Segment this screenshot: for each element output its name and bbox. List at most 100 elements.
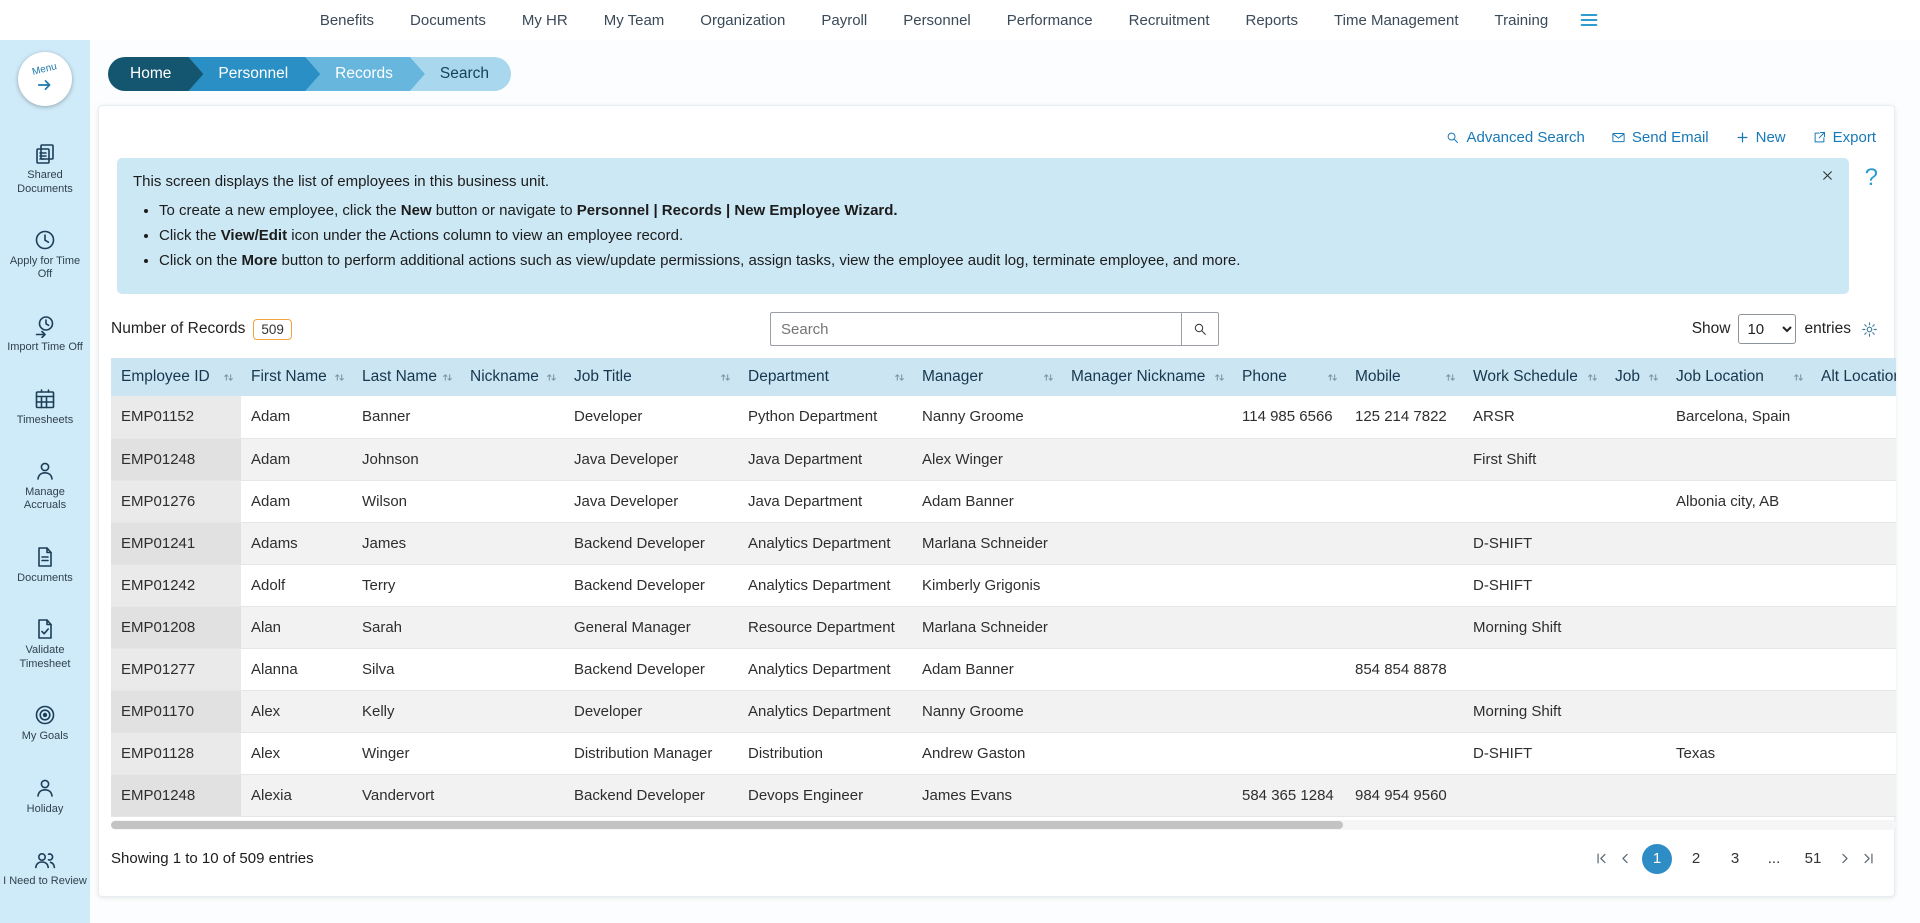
table-cell: Alex Winger [912, 438, 1061, 480]
table-cell [1061, 732, 1232, 774]
sidebar-item-documents[interactable]: Documents [0, 543, 90, 587]
table-cell [1605, 564, 1666, 606]
employee-table: Employee IDFirst NameLast NameNicknameJo… [111, 358, 1896, 817]
column-header-job-title[interactable]: Job Title [564, 358, 738, 396]
top-nav-item-training[interactable]: Training [1495, 12, 1549, 29]
export-button[interactable]: Export [1812, 129, 1876, 146]
table-viewport: Employee IDFirst NameLast NameNicknameJo… [111, 358, 1896, 817]
top-nav-item-benefits[interactable]: Benefits [320, 12, 374, 29]
table-row[interactable]: EMP01241AdamsJamesBackend DeveloperAnaly… [111, 522, 1896, 564]
pagination-page-2[interactable]: 2 [1681, 844, 1711, 874]
table-cell: Texas [1666, 732, 1811, 774]
sidebar-item-shared-documents[interactable]: Shared Documents [0, 140, 90, 197]
pagination-next[interactable] [1837, 851, 1852, 866]
sidebar-item-validate-timesheet[interactable]: Validate Timesheet [0, 615, 90, 672]
breadcrumb-search[interactable]: Search [410, 57, 511, 91]
sort-icon [1792, 371, 1805, 384]
pagination-last[interactable] [1861, 851, 1876, 866]
sidebar-item-label: My Goals [22, 730, 68, 743]
table-row[interactable]: EMP01152AdamBannerDeveloperPython Depart… [111, 396, 1896, 438]
table-cell [460, 648, 564, 690]
controls-row: Number of Records 509 Show 10 entries [111, 312, 1878, 346]
column-header-mobile[interactable]: Mobile [1345, 358, 1463, 396]
column-header-alt-location[interactable]: Alt Location [1811, 358, 1896, 396]
breadcrumb: HomePersonnelRecordsSearch [108, 57, 511, 91]
column-header-work-schedule[interactable]: Work Schedule [1463, 358, 1605, 396]
menu-button[interactable]: Menu [18, 52, 72, 106]
table-row[interactable]: EMP01248AdamJohnsonJava DeveloperJava De… [111, 438, 1896, 480]
column-header-manager[interactable]: Manager [912, 358, 1061, 396]
table-settings-button[interactable] [1861, 321, 1878, 338]
pagination-page-1[interactable]: 1 [1642, 844, 1672, 874]
pagination-prev[interactable] [1618, 851, 1633, 866]
column-header-manager-nickname[interactable]: Manager Nickname [1061, 358, 1232, 396]
top-nav-item-reports[interactable]: Reports [1246, 12, 1299, 29]
column-header-job-location[interactable]: Job Location [1666, 358, 1811, 396]
table-cell: ARSR [1463, 396, 1605, 438]
table-row[interactable]: EMP01128AlexWingerDistribution ManagerDi… [111, 732, 1896, 774]
top-nav-item-performance[interactable]: Performance [1007, 12, 1093, 29]
page-size-select[interactable]: 10 [1738, 314, 1796, 344]
sidebar-item-apply-for-time-off[interactable]: Apply for Time Off [0, 226, 90, 283]
horizontal-scrollbar-thumb[interactable] [111, 821, 1343, 829]
send-email-button[interactable]: Send Email [1611, 129, 1709, 146]
sidebar-item-i-need-to-review[interactable]: I Need to Review [0, 846, 90, 890]
sidebar-item-label: Holiday [27, 803, 64, 816]
top-nav-item-my-team[interactable]: My Team [604, 12, 665, 29]
pagination-first[interactable] [1594, 851, 1609, 866]
gear-icon [1861, 321, 1878, 338]
breadcrumb-home[interactable]: Home [108, 57, 203, 91]
top-nav-item-payroll[interactable]: Payroll [821, 12, 867, 29]
sidebar-item-import-time-off[interactable]: Import Time Off [0, 312, 90, 356]
top-nav-item-documents[interactable]: Documents [410, 12, 486, 29]
column-header-department[interactable]: Department [738, 358, 912, 396]
nav-menu-button[interactable] [1578, 9, 1600, 31]
top-nav-item-organization[interactable]: Organization [700, 12, 785, 29]
table-cell [1232, 648, 1345, 690]
table-cell: EMP01241 [111, 522, 241, 564]
pagination-page-51[interactable]: 51 [1798, 844, 1828, 874]
table-row[interactable]: EMP01208AlanSarahGeneral ManagerResource… [111, 606, 1896, 648]
sidebar-item-my-goals[interactable]: My Goals [0, 701, 90, 745]
help-button[interactable]: ? [1865, 158, 1878, 190]
top-nav-item-my-hr[interactable]: My HR [522, 12, 568, 29]
table-row[interactable]: EMP01170AlexKellyDeveloperAnalytics Depa… [111, 690, 1896, 732]
table-cell: Alanna [241, 648, 352, 690]
table-cell: Analytics Department [738, 648, 912, 690]
search-input[interactable] [770, 312, 1182, 346]
top-nav-item-recruitment[interactable]: Recruitment [1129, 12, 1210, 29]
sidebar-item-manage-accruals[interactable]: Manage Accruals [0, 457, 90, 514]
table-row[interactable]: EMP01276AdamWilsonJava DeveloperJava Dep… [111, 480, 1896, 522]
table-cell: 125 214 7822 [1345, 396, 1463, 438]
new-button[interactable]: New [1735, 129, 1786, 146]
table-cell: Nanny Groome [912, 396, 1061, 438]
top-nav-item-personnel[interactable]: Personnel [903, 12, 971, 29]
column-header-phone[interactable]: Phone [1232, 358, 1345, 396]
column-header-job[interactable]: Job [1605, 358, 1666, 396]
horizontal-scrollbar[interactable] [111, 820, 1896, 830]
table-cell [1605, 522, 1666, 564]
table-cell: EMP01170 [111, 690, 241, 732]
document-check-icon [33, 617, 57, 641]
info-close-button[interactable] [1821, 169, 1834, 185]
table-row[interactable]: EMP01277AlannaSilvaBackend DeveloperAnal… [111, 648, 1896, 690]
column-header-nickname[interactable]: Nickname [460, 358, 564, 396]
sidebar-item-timesheets[interactable]: Timesheets [0, 385, 90, 429]
table-cell: Winger [352, 732, 460, 774]
sidebar-item-label: Timesheets [17, 414, 73, 427]
pagination-page-3[interactable]: 3 [1720, 844, 1750, 874]
search-button[interactable] [1181, 312, 1219, 346]
sort-icon [333, 371, 346, 384]
breadcrumb-records[interactable]: Records [305, 57, 425, 91]
table-row[interactable]: EMP01242AdolfTerryBackend DeveloperAnaly… [111, 564, 1896, 606]
column-header-first-name[interactable]: First Name [241, 358, 352, 396]
table-cell [1345, 690, 1463, 732]
top-nav-item-time-management[interactable]: Time Management [1334, 12, 1459, 29]
table-row[interactable]: EMP01248AlexiaVandervortBackend Develope… [111, 774, 1896, 816]
sidebar-item-holiday[interactable]: Holiday [0, 774, 90, 818]
column-header-last-name[interactable]: Last Name [352, 358, 460, 396]
advanced-search-button[interactable]: Advanced Search [1445, 129, 1584, 146]
column-header-employee-id[interactable]: Employee ID [111, 358, 241, 396]
table-cell [1463, 480, 1605, 522]
breadcrumb-personnel[interactable]: Personnel [188, 57, 320, 91]
